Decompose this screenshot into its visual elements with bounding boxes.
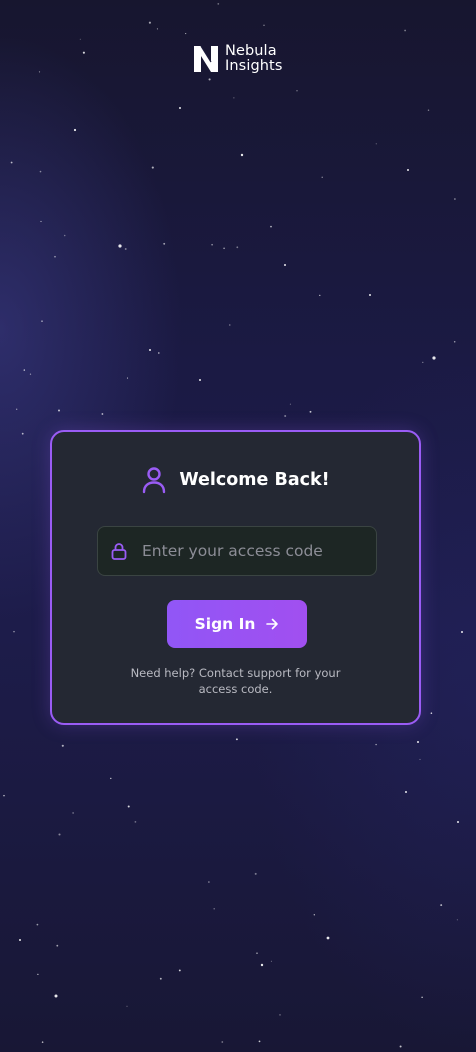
n-monogram-icon	[194, 45, 218, 72]
access-code-field[interactable]	[97, 526, 377, 576]
brand-name-line2: Insights	[225, 58, 283, 74]
user-icon	[143, 467, 166, 494]
card-title: Welcome Back!	[179, 470, 330, 490]
help-text-line1: Need help? Contact support for your	[130, 666, 341, 680]
lock-icon	[111, 543, 127, 560]
sign-in-button[interactable]: Sign In	[167, 600, 307, 648]
brand-name-line1: Nebula	[225, 43, 277, 59]
brand-logo: Nebula Insights	[193, 42, 282, 76]
help-text: Need help? Contact support for your acce…	[52, 665, 419, 697]
access-code-input[interactable]	[142, 542, 362, 560]
brand-name: Nebula Insights	[225, 44, 282, 74]
card-header: Welcome Back!	[52, 466, 419, 494]
sign-in-label: Sign In	[194, 615, 256, 633]
login-card: Welcome Back! Sign In Need help? Contact…	[50, 430, 421, 725]
arrow-right-icon	[266, 618, 279, 630]
help-text-line2: access code.	[198, 682, 273, 696]
